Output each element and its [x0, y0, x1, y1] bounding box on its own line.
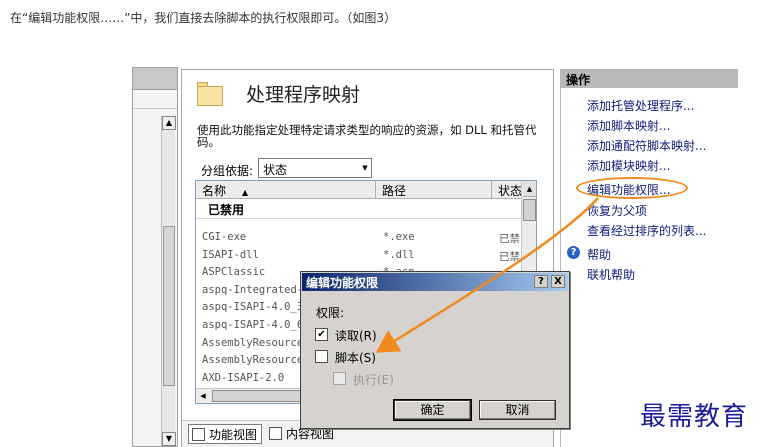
cell-name: AssemblyResourceL — [202, 354, 310, 367]
cell-path: *.exe — [383, 231, 415, 243]
cell-state: 已禁 — [499, 233, 520, 245]
column-header-path[interactable]: 路径 — [376, 181, 492, 199]
execute-checkbox-label: 执行(E) — [353, 373, 394, 387]
divider — [133, 108, 177, 109]
cell-state: 已禁 — [499, 250, 520, 263]
scroll-thumb[interactable] — [212, 390, 302, 402]
scroll-left-icon[interactable]: ◀ — [196, 389, 210, 403]
cell-name: ISAPI-dll — [202, 248, 259, 261]
sort-asc-icon: ▲ — [242, 188, 249, 197]
execute-checkbox — [333, 372, 346, 385]
cell-path: *.dll — [383, 248, 415, 261]
close-button[interactable]: X — [551, 275, 565, 288]
ok-button[interactable]: 确定 — [393, 399, 472, 421]
action-help[interactable]: 帮助 — [587, 246, 611, 263]
cell-name: aspq-ISAPI-4.0_32 — [202, 301, 310, 314]
table-row[interactable]: CGI-exe *.exe 已禁 — [196, 229, 522, 246]
help-icon: ? — [567, 246, 580, 259]
action-add-managed-handler[interactable]: 添加托管处理程序... — [587, 97, 694, 114]
group-by-label: 分组依据: — [201, 164, 254, 178]
scroll-up-icon[interactable]: ▲ — [523, 181, 536, 197]
scroll-thumb[interactable] — [163, 226, 175, 386]
action-view-ordered-list[interactable]: 查看经过排序的列表... — [587, 222, 706, 239]
caption-text: 在“编辑功能权限……”中，我们直接去除脚本的执行权限即可。（如图3） — [10, 11, 397, 25]
table-row[interactable]: ISAPI-dll *.dll 已禁 — [196, 247, 522, 264]
help-button[interactable]: ? — [534, 275, 548, 288]
connections-pane: ▲ ▼ — [132, 67, 178, 447]
action-add-wildcard-script-map[interactable]: 添加通配符脚本映射... — [587, 137, 706, 154]
group-by-select[interactable]: 状态 ▼ — [258, 158, 372, 178]
page-description: 使用此功能指定处理特定请求类型的响应的资源，如 DLL 和托管代码。 — [197, 123, 537, 149]
column-header-state[interactable]: 状态 — [492, 181, 522, 199]
read-checkbox[interactable]: ✔ — [315, 328, 328, 341]
cell-name: aspq-Integrated- — [202, 283, 304, 296]
action-add-module-map[interactable]: 添加模块映射... — [587, 157, 670, 174]
cell-name: ASPClassic — [202, 266, 266, 279]
tree-scrollbar[interactable]: ▲ ▼ — [161, 116, 176, 446]
scroll-thumb[interactable] — [523, 199, 536, 221]
scroll-up-icon[interactable]: ▲ — [162, 116, 176, 130]
script-checkbox[interactable] — [315, 350, 328, 363]
cell-name: AssemblyResourceL — [202, 336, 310, 349]
action-add-script-map[interactable]: 添加脚本映射... — [587, 117, 670, 134]
group-header-disabled[interactable]: 已禁用 — [196, 200, 522, 218]
cell-name: AXD-ISAPI-2.0 — [202, 371, 285, 384]
features-view-icon — [192, 428, 205, 441]
actions-pane: 操作 添加托管处理程序... 添加脚本映射... 添加通配符脚本映射... 添加… — [560, 69, 738, 447]
permissions-label: 权限: — [316, 306, 345, 320]
tab-features-view[interactable]: 功能视图 — [188, 424, 263, 444]
watermark-text: 最需教育 — [640, 402, 749, 432]
dropdown-arrow-icon[interactable]: ▼ — [359, 159, 371, 177]
cancel-button[interactable]: 取消 — [479, 400, 556, 420]
dialog-titlebar[interactable]: 编辑功能权限 ? X — [302, 273, 568, 291]
dialog-title: 编辑功能权限 — [306, 276, 379, 290]
annotation-ellipse — [576, 177, 688, 199]
scroll-down-icon[interactable]: ▼ — [162, 432, 176, 446]
script-checkbox-label[interactable]: 脚本(S) — [335, 349, 376, 366]
cell-name: aspq-ISAPI-4.0_64 — [202, 319, 310, 331]
column-header-name[interactable]: 名称 ▲ — [196, 181, 376, 199]
read-checkbox-label[interactable]: 读取(R) — [335, 327, 377, 344]
actions-header: 操作 — [561, 69, 738, 88]
cell-name: CGI-exe — [202, 231, 247, 243]
edit-feature-permissions-dialog: 编辑功能权限 ? X 权限: ✔ 读取(R) 脚本(S) 执行(E) 确定 取消 — [300, 271, 570, 429]
action-revert-to-parent[interactable]: 恢复为父项 — [587, 202, 647, 219]
action-online-help[interactable]: 联机帮助 — [587, 266, 635, 283]
group-by-value: 状态 — [263, 163, 288, 177]
page-title: 处理程序映射 — [246, 84, 361, 106]
connections-header — [133, 68, 177, 90]
content-view-icon — [269, 427, 282, 440]
folder-icon — [197, 82, 223, 106]
group-divider — [196, 218, 522, 219]
